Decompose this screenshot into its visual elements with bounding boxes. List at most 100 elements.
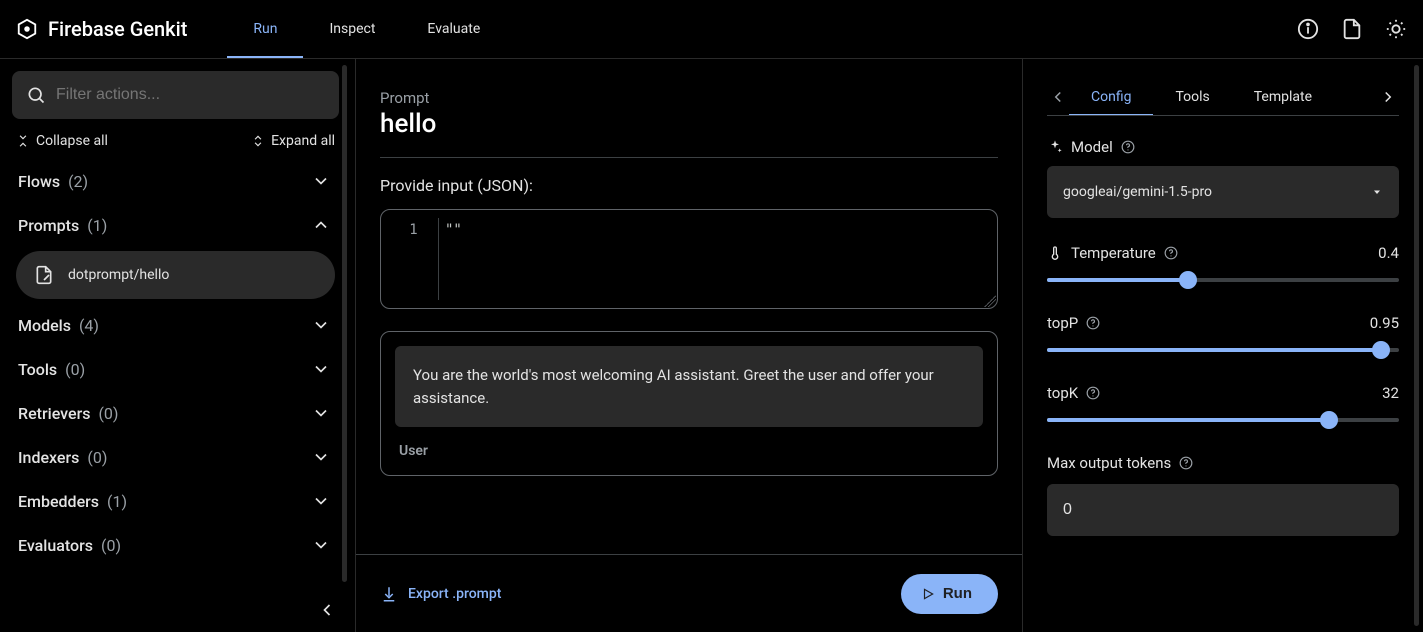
group-flows-count: (2) (68, 172, 88, 191)
group-retrievers-count: (0) (98, 404, 118, 423)
help-icon[interactable] (1086, 316, 1100, 330)
export-prompt-label: Export .prompt (408, 586, 501, 602)
expand-all-button[interactable]: Expand all (251, 133, 335, 149)
filter-actions-search[interactable] (12, 71, 339, 119)
group-prompts-label: Prompts (18, 216, 79, 235)
tab-run[interactable]: Run (227, 0, 303, 58)
group-prompts-count: (1) (87, 216, 107, 235)
tab-inspect[interactable]: Inspect (303, 0, 401, 58)
group-models-count: (4) (79, 316, 99, 335)
group-evaluators[interactable]: Evaluators (0) (12, 523, 339, 567)
chevron-down-icon (311, 535, 331, 555)
group-indexers[interactable]: Indexers (0) (12, 435, 339, 479)
topk-slider[interactable] (1047, 410, 1399, 430)
center-footer: Export .prompt Run (356, 554, 1022, 632)
group-retrievers-label: Retrievers (18, 404, 90, 423)
json-input-textarea[interactable] (445, 218, 989, 300)
top-tabs: Run Inspect Evaluate (227, 0, 506, 58)
chevron-down-icon (311, 491, 331, 511)
model-select-value: googleai/gemini-1.5-pro (1063, 184, 1212, 200)
group-retrievers[interactable]: Retrievers (0) (12, 391, 339, 435)
dropdown-icon (1371, 186, 1383, 198)
model-label-row: Model (1047, 138, 1399, 156)
collapse-all-icon (16, 134, 30, 148)
group-evaluators-label: Evaluators (18, 536, 93, 555)
brand: Firebase Genkit (16, 17, 187, 41)
temperature-label: Temperature (1071, 244, 1156, 262)
sidebar: Collapse all Expand all Flows (2) Prompt… (0, 59, 356, 632)
chevron-down-icon (311, 171, 331, 191)
config-tabs-row: Config Tools Template (1047, 79, 1399, 116)
run-button-label: Run (943, 585, 972, 602)
group-prompts[interactable]: Prompts (1) (12, 203, 339, 247)
group-embedders[interactable]: Embedders (1) (12, 479, 339, 523)
group-models[interactable]: Models (4) (12, 303, 339, 347)
group-tools-label: Tools (18, 360, 57, 379)
run-button[interactable]: Run (901, 574, 998, 614)
config-panel: Config Tools Template Model googleai/gem… (1023, 59, 1423, 632)
topp-slider[interactable] (1047, 340, 1399, 360)
expand-all-icon (251, 134, 265, 148)
group-tools-count: (0) (65, 360, 85, 379)
play-icon (921, 587, 935, 601)
temperature-row: Temperature 0.4 (1047, 244, 1399, 262)
topp-value: 0.95 (1370, 314, 1399, 332)
group-indexers-count: (0) (87, 448, 107, 467)
firebase-genkit-logo-icon (16, 18, 38, 40)
rtab-tools[interactable]: Tools (1153, 79, 1231, 115)
temperature-value: 0.4 (1378, 244, 1399, 262)
collapse-all-button[interactable]: Collapse all (16, 133, 108, 149)
theme-toggle-icon[interactable] (1385, 18, 1407, 40)
help-icon[interactable] (1179, 456, 1193, 470)
group-flows[interactable]: Flows (2) (12, 159, 339, 203)
topbar-actions (1297, 18, 1407, 40)
chevron-down-icon (311, 315, 331, 335)
group-embedders-label: Embedders (18, 492, 99, 511)
line-number: 1 (389, 218, 439, 300)
filter-actions-input[interactable] (56, 86, 325, 104)
temperature-slider[interactable] (1047, 270, 1399, 290)
group-tools[interactable]: Tools (0) (12, 347, 339, 391)
topk-value: 32 (1382, 384, 1399, 402)
sidebar-item-label: dotprompt/hello (68, 267, 169, 283)
search-icon (26, 85, 46, 105)
document-icon[interactable] (1341, 18, 1363, 40)
chevron-down-icon (311, 403, 331, 423)
group-flows-label: Flows (18, 172, 60, 191)
messages-card: You are the world's most welcoming AI as… (380, 331, 998, 476)
collapse-expand-row: Collapse all Expand all (12, 119, 339, 159)
config-tabs-next[interactable] (1377, 88, 1399, 106)
chevron-down-icon (311, 359, 331, 379)
group-evaluators-count: (0) (101, 536, 121, 555)
config-tabs-prev[interactable] (1047, 88, 1069, 106)
topk-label: topK (1047, 384, 1078, 402)
sidebar-item-dotprompt-hello[interactable]: dotprompt/hello (16, 251, 335, 299)
export-prompt-button[interactable]: Export .prompt (380, 585, 501, 603)
user-role-label: User (395, 427, 983, 461)
rtab-template[interactable]: Template (1232, 79, 1334, 115)
model-select[interactable]: googleai/gemini-1.5-pro (1047, 166, 1399, 218)
chevron-down-icon (311, 447, 331, 467)
help-icon[interactable] (1086, 386, 1100, 400)
info-icon[interactable] (1297, 18, 1319, 40)
help-icon[interactable] (1121, 140, 1135, 154)
page-title: hello (380, 109, 998, 139)
topk-row: topK 32 (1047, 384, 1399, 402)
max-tokens-row: Max output tokens (1047, 454, 1399, 472)
rtab-config[interactable]: Config (1069, 79, 1153, 115)
help-icon[interactable] (1164, 246, 1178, 260)
download-icon (380, 585, 398, 603)
json-input-editor[interactable]: 1 (380, 209, 998, 309)
tab-evaluate[interactable]: Evaluate (401, 0, 506, 58)
sidebar-collapse-button[interactable] (317, 600, 337, 620)
group-indexers-label: Indexers (18, 448, 79, 467)
expand-all-label: Expand all (271, 133, 335, 149)
top-bar: Firebase Genkit Run Inspect Evaluate (0, 0, 1423, 59)
brand-name: Firebase Genkit (48, 17, 187, 41)
system-message: You are the world's most welcoming AI as… (395, 346, 983, 427)
max-tokens-input[interactable] (1047, 484, 1399, 536)
thermometer-icon (1047, 245, 1063, 261)
group-models-label: Models (18, 316, 71, 335)
main: Collapse all Expand all Flows (2) Prompt… (0, 59, 1423, 632)
breadcrumb: Prompt (380, 89, 998, 107)
